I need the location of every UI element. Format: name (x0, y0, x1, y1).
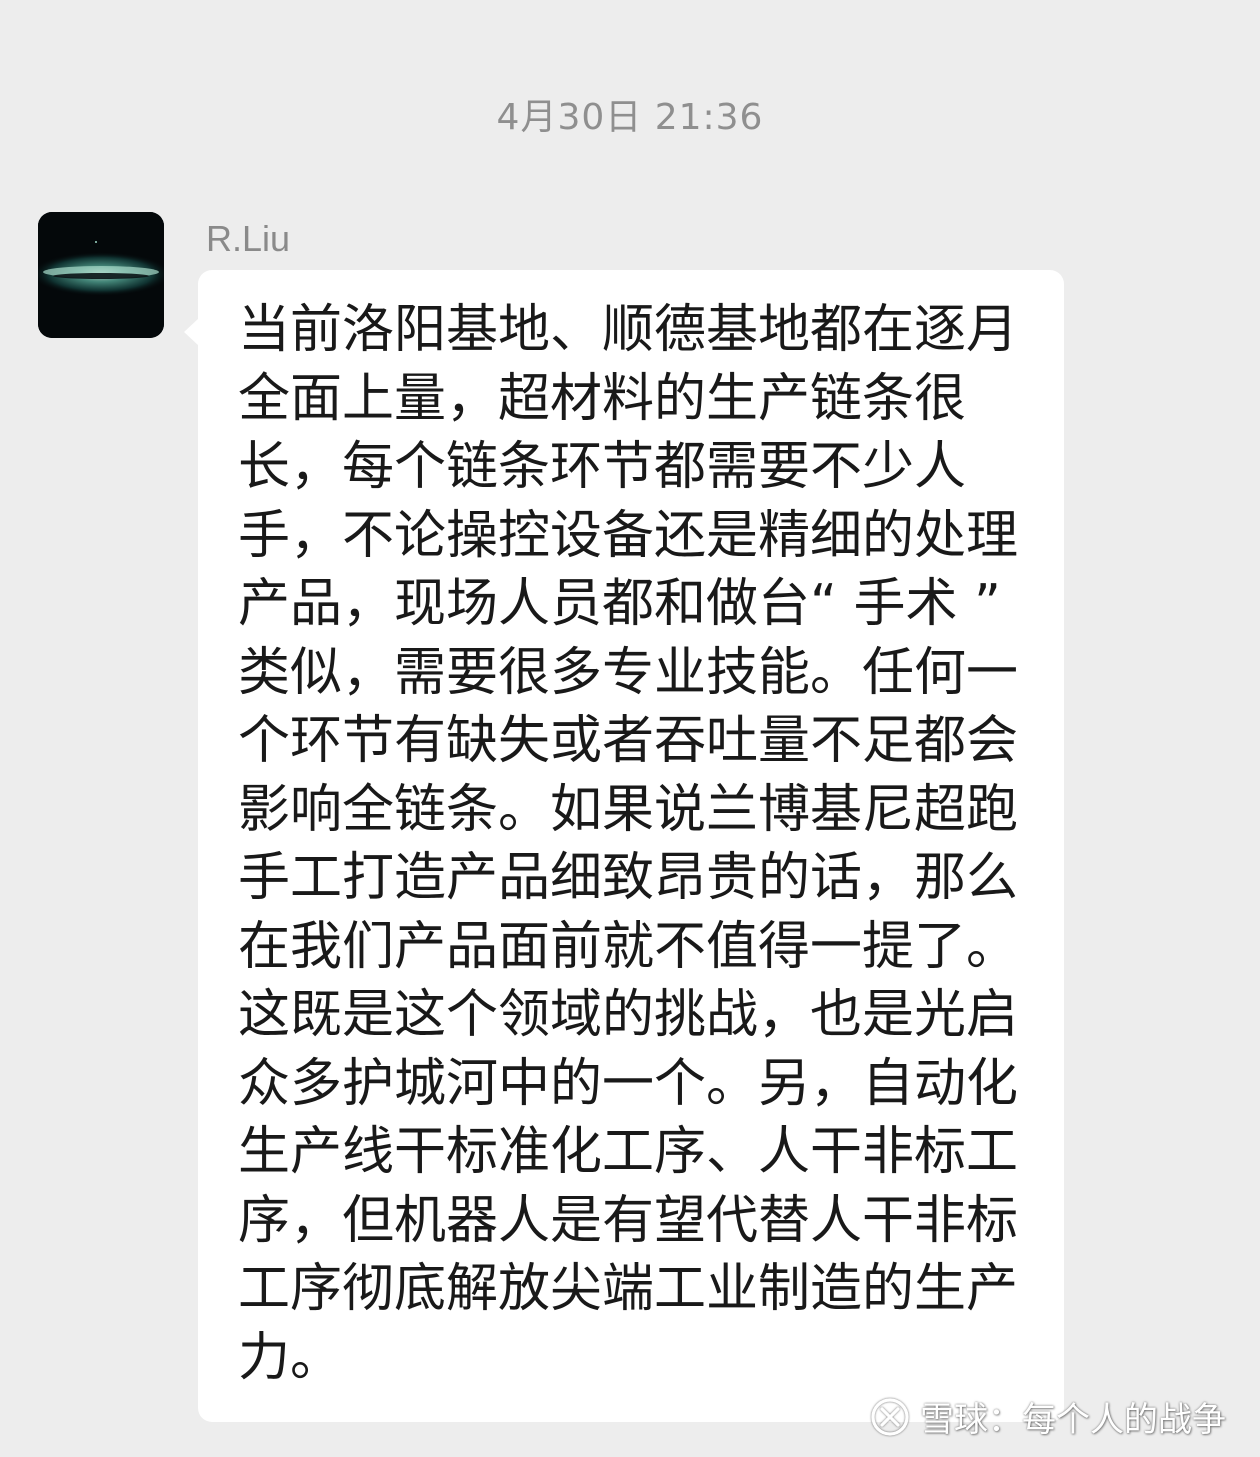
message-line: 影响全链条。如果说兰博基尼超跑 (238, 779, 1019, 840)
watermark-text: 雪球：每个人的战争 (920, 1400, 1226, 1440)
message-line: 类似，需要很多专业技能。任何一 (238, 642, 1019, 703)
chat-timestamp: 4月30日 21:36 (496, 97, 764, 138)
watermark: 雪球：每个人的战争 (870, 1392, 1226, 1441)
galaxy-avatar-icon (38, 212, 164, 338)
message-line: 全面上量，超材料的生产链条很 (238, 368, 967, 429)
message-line: 工序彻底解放尖端工业制造的生产 (238, 1259, 1019, 1319)
message-line: 手，不论操控设备还是精细的处理 (238, 505, 1019, 566)
message-line: 这既是这个领域的挑战，也是光启 (238, 985, 1019, 1045)
sender-name: R.Liu (206, 218, 291, 259)
message-line: 在我们产品面前就不值得一提了。 (238, 916, 1019, 977)
message-text: 当前洛阳基地、顺德基地都在逐月 全面上量，超材料的生产链条很 长，每个链条环节都… (238, 296, 1034, 1392)
message-line: 当前洛阳基地、顺德基地都在逐月 (238, 300, 1019, 360)
message-line: 个环节有缺失或者吞吐量不足都会 (238, 711, 1019, 771)
message-line: 生产线干标准化工序、人干非标工 (238, 1122, 1019, 1182)
message-line: 长，每个链条环节都需要不少人 (238, 437, 967, 497)
message-line: 众多护城河中的一个。另，自动化 (238, 1053, 1019, 1114)
message-line: 序，但机器人是有望代替人干非标 (238, 1190, 1019, 1251)
bubble-tail (184, 318, 199, 346)
sender-avatar[interactable] (38, 212, 164, 338)
message-bubble[interactable]: 当前洛阳基地、顺德基地都在逐月 全面上量，超材料的生产链条很 长，每个链条环节都… (184, 270, 1064, 1422)
xueqiu-logo-icon (871, 1397, 909, 1436)
message-line: 产品，现场人员都和做台“ 手术 ” (238, 574, 1001, 634)
message-line: 手工打造产品细致昂贵的话，那么 (238, 848, 1019, 908)
message-line: 力。 (238, 1327, 343, 1388)
